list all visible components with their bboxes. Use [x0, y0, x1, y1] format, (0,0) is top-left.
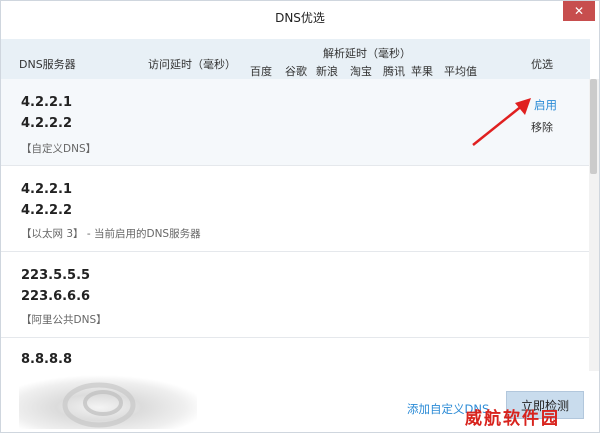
enable-button[interactable]: 启用: [534, 97, 557, 113]
header-site-baidu: 百度: [250, 65, 272, 78]
dns-optimize-window: DNS优选 ✕ DNS服务器 访问延时（毫秒） 解析延时（毫秒） 百度 谷歌 新…: [0, 0, 600, 433]
close-icon: ✕: [573, 4, 585, 18]
dns-ip-secondary: 4.2.2.2: [21, 203, 72, 218]
dns-tag: 【自定义DNS】: [21, 143, 97, 155]
dns-ip-primary: 4.2.2.1: [21, 182, 72, 197]
list-scrollbar[interactable]: [589, 79, 599, 371]
header-site-google: 谷歌: [285, 65, 307, 78]
table-header: DNS服务器 访问延时（毫秒） 解析延时（毫秒） 百度 谷歌 新浪 淘宝 腾讯 …: [1, 39, 590, 79]
dns-ip-primary: 8.8.8.8: [21, 352, 72, 367]
header-site-apple: 苹果: [411, 65, 433, 78]
dns-ip-primary: 4.2.2.1: [21, 95, 72, 110]
header-site-sina: 新浪: [316, 65, 338, 78]
scrollbar-thumb[interactable]: [590, 79, 597, 174]
header-site-tencent: 腾讯: [383, 65, 405, 78]
dns-ip-primary: 223.5.5.5: [21, 268, 91, 283]
dns-row-aliyun[interactable]: 223.5.5.5 223.6.6.6 【阿里公共DNS】: [1, 252, 590, 338]
dns-tag: 【以太网 3】 - 当前启用的DNS服务器: [21, 228, 201, 240]
header-resolve-latency: 解析延时（毫秒）: [323, 47, 411, 60]
dns-ip-secondary: 4.2.2.2: [21, 116, 72, 131]
title-bar: DNS优选 ✕: [1, 1, 599, 35]
dns-row-ethernet[interactable]: 4.2.2.1 4.2.2.2 【以太网 3】 - 当前启用的DNS服务器: [1, 166, 590, 252]
window-title: DNS优选: [275, 11, 325, 25]
header-optimize: 优选: [531, 58, 553, 71]
dns-row-google[interactable]: 8.8.8.8: [1, 338, 590, 371]
header-access-latency: 访问延时（毫秒）: [148, 58, 236, 71]
dns-ip-secondary: 223.6.6.6: [21, 289, 91, 304]
header-site-taobao: 淘宝: [350, 65, 372, 78]
close-button[interactable]: ✕: [563, 1, 595, 21]
annotation-arrow-icon: [472, 98, 531, 146]
header-average: 平均值: [444, 65, 477, 78]
swirl-logo-icon: [19, 375, 197, 429]
dns-tag: 【阿里公共DNS】: [21, 314, 107, 326]
header-dns-server: DNS服务器: [19, 58, 76, 71]
watermark-text: 威航软件园: [465, 409, 560, 429]
